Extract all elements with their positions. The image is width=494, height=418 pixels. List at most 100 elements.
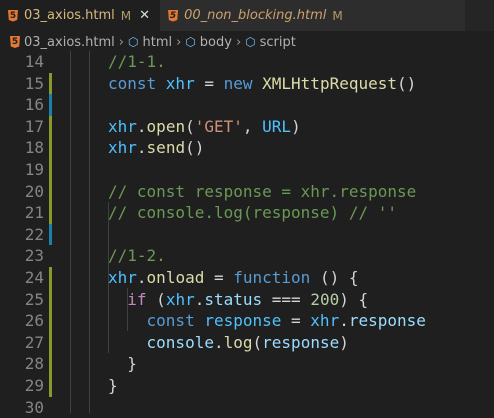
code-text: // const response = xhr.response <box>108 181 416 203</box>
code-text: console.log(response) <box>108 332 349 354</box>
html5-icon: 5 <box>168 9 179 22</box>
token-var: xhr <box>310 311 340 331</box>
tab-label: 00_non_blocking.html <box>184 8 327 23</box>
code-text: const xhr = new XMLHttpRequest() <box>108 73 416 95</box>
tab-label: 03_axios.html <box>24 8 115 23</box>
token-p: ) <box>291 116 301 136</box>
code-line[interactable]: 25 if (xhr.status === 200) { <box>0 288 494 311</box>
code-line[interactable]: 19 <box>0 159 494 181</box>
modified-gutter-indicator[interactable] <box>49 202 52 224</box>
token-var: xhr <box>108 138 137 158</box>
token-var: xhr <box>165 289 195 309</box>
token-p <box>108 333 147 352</box>
breadcrumb-html[interactable]: html <box>142 35 172 50</box>
token-fn: XMLHttpRequest <box>262 73 397 93</box>
code-text: } <box>108 375 118 397</box>
modified-badge: M <box>332 8 343 23</box>
token-comment: //1-1. <box>108 52 166 71</box>
line-number: 14 <box>24 52 44 71</box>
modified-gutter-indicator[interactable] <box>49 288 52 311</box>
code-line[interactable]: 27 console.log(response) <box>0 331 494 354</box>
code-line[interactable]: 14 //1-1. <box>0 51 494 73</box>
token-kw: const <box>146 311 205 331</box>
breadcrumb-script[interactable]: script <box>260 35 296 50</box>
token-var: xhr <box>108 116 137 136</box>
modified-gutter-indicator[interactable] <box>49 310 52 332</box>
token-num: 200 <box>310 289 340 309</box>
code-line[interactable]: 28 } <box>0 353 494 375</box>
close-icon[interactable]: ✕ <box>139 8 150 23</box>
line-number: 16 <box>24 95 44 115</box>
line-number: 21 <box>24 203 44 223</box>
token-p: ) { <box>339 289 369 309</box>
line-number: 20 <box>24 181 44 201</box>
html5-icon: 5 <box>10 36 20 48</box>
token-p: . <box>213 332 224 352</box>
modified-gutter-indicator[interactable] <box>49 267 52 289</box>
token-p: ( <box>156 289 166 309</box>
token-p: = <box>194 73 224 93</box>
tab-00-non-blocking[interactable]: 5 00_non_blocking.html M <box>160 0 466 31</box>
breadcrumb-file[interactable]: 03_axios.html <box>24 35 115 50</box>
token-comment: //1-2. <box>108 246 166 266</box>
token-prop: console <box>146 332 214 352</box>
token-var: response <box>204 311 282 331</box>
code-line[interactable]: 21 // console.log(response) // '' <box>0 202 494 224</box>
modified-gutter-indicator[interactable] <box>49 353 52 375</box>
added-gutter-indicator[interactable] <box>49 223 52 246</box>
code-line[interactable]: 16 <box>0 94 494 116</box>
code-line[interactable]: 30 <box>0 397 494 418</box>
code-line[interactable]: 23 //1-2. <box>0 245 494 267</box>
token-p: . <box>194 289 205 309</box>
token-p: , <box>242 116 263 136</box>
code-line[interactable]: 24 xhr.onload = function () { <box>0 267 494 289</box>
line-number: 29 <box>24 376 44 395</box>
modified-gutter-indicator[interactable] <box>49 159 52 181</box>
token-p: = <box>281 311 311 331</box>
code-text: xhr.send() <box>108 137 204 159</box>
code-line[interactable]: 29} <box>0 375 494 397</box>
code-line[interactable]: 26 const response = xhr.response <box>0 310 494 332</box>
token-p: () <box>397 73 417 93</box>
code-line[interactable]: 20 // const response = xhr.response <box>0 180 494 203</box>
tab-03-axios[interactable]: 5 03_axios.html M ✕ <box>0 0 161 31</box>
code-editor[interactable]: 14 //1-1. 15 const xhr = new XMLHttpRequest… <box>0 51 494 417</box>
code-text: // console.log(response) // '' <box>108 202 397 224</box>
code-line[interactable]: 22 <box>0 223 494 246</box>
code-line[interactable]: 15 const xhr = new XMLHttpRequest() <box>0 72 494 95</box>
token-p: () { <box>319 268 359 287</box>
token-var: xhr <box>108 268 137 287</box>
line-number: 27 <box>24 332 44 352</box>
modified-gutter-indicator[interactable] <box>49 180 52 203</box>
token-var: xhr <box>165 73 195 93</box>
modified-gutter-indicator[interactable] <box>49 331 52 354</box>
chevron-right-icon: › <box>176 34 182 50</box>
added-gutter-indicator[interactable] <box>49 94 52 116</box>
cube-icon: ⬡ <box>128 35 139 49</box>
cube-icon: ⬡ <box>185 35 196 49</box>
code-line[interactable]: 17 xhr.open('GET', URL) <box>0 115 494 138</box>
token-fn: send <box>146 138 186 158</box>
line-number: 30 <box>24 397 44 417</box>
modified-gutter-indicator[interactable] <box>49 375 52 397</box>
code-text: //1-1. <box>108 51 166 73</box>
token-var: URL <box>262 116 292 136</box>
modified-badge: M <box>120 8 132 23</box>
token-str: 'GET' <box>194 116 243 136</box>
token-p: ) <box>339 332 349 352</box>
line-number: 22 <box>24 224 44 244</box>
token-kw: function <box>233 268 320 287</box>
breadcrumb-body[interactable]: body <box>200 35 232 50</box>
modified-gutter-indicator[interactable] <box>49 137 52 159</box>
token-p: } <box>108 376 118 395</box>
code-line[interactable]: 18 xhr.send() <box>0 137 494 159</box>
token-prop: response <box>348 311 426 331</box>
token-comment: // console.log(response) // '' <box>108 203 397 223</box>
modified-gutter-indicator[interactable] <box>49 72 52 95</box>
token-p: = <box>204 268 234 287</box>
token-p: . <box>136 116 147 136</box>
modified-gutter-indicator[interactable] <box>49 115 52 138</box>
line-number: 19 <box>24 160 44 179</box>
line-number: 25 <box>24 289 44 309</box>
code-text: xhr.onload = function () { <box>108 267 358 289</box>
